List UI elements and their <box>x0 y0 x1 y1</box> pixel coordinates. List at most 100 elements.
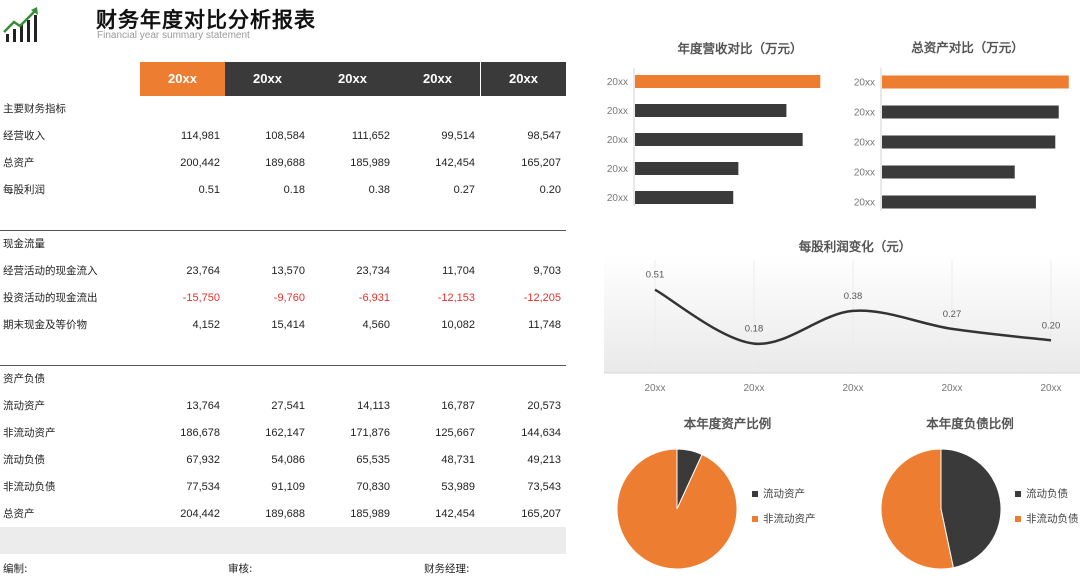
cell-value-negative: -12,153 <box>437 292 475 304</box>
table-row: 经营活动的现金流入 23,764 13,570 23,734 11,704 9,… <box>0 258 566 285</box>
row-label: 总资产 <box>3 157 35 169</box>
cell-value: 48,731 <box>441 454 475 466</box>
table-header-row: 20xx 20xx 20xx 20xx 20xx <box>0 62 566 96</box>
cell-value: 53,989 <box>441 481 475 493</box>
x-tick-label: 20xx <box>941 383 962 394</box>
cell-value: 4,560 <box>362 319 390 331</box>
cell-value: 171,876 <box>350 427 390 439</box>
eps-line-chart: 0.51 20xx 0.18 20xx 0.38 20xx 0.27 20xx 0.20 20xx <box>604 255 1080 394</box>
cell-value: 200,442 <box>180 157 220 169</box>
row-label: 投资活动的现金流出 <box>3 292 98 304</box>
cell-value: 0.51 <box>198 184 220 196</box>
cell-value-negative: -6,931 <box>358 292 390 304</box>
table-row: 总资产 204,442 189,688 185,989 142,454 165,… <box>0 501 566 528</box>
y-tick-label: 20xx <box>607 164 628 175</box>
cell-value: 77,534 <box>186 481 220 493</box>
cell-value: 185,989 <box>350 157 390 169</box>
legend-item: 非流动负债 <box>1015 511 1079 526</box>
data-label: 0.18 <box>745 324 764 335</box>
data-label: 0.51 <box>646 270 665 281</box>
legend-label: 非流动资产 <box>763 513 816 525</box>
pie-slice <box>616 448 738 570</box>
cell-value: 73,543 <box>527 481 561 493</box>
table-row: 流动负债 67,932 54,086 65,535 48,731 49,213 <box>0 447 566 474</box>
legend-label: 流动负债 <box>1026 488 1068 500</box>
editor-label: 编制: <box>3 563 28 575</box>
column-header: 20xx <box>395 62 480 96</box>
table-footer-band <box>0 527 566 554</box>
table-row: 投资活动的现金流出 -15,750 -9,760 -6,931 -12,153 … <box>0 285 566 312</box>
asset-pie-title: 本年度资产比例 <box>683 416 772 431</box>
row-label: 非流动负债 <box>3 481 56 493</box>
x-tick-label: 20xx <box>743 383 764 394</box>
cell-value: 0.27 <box>453 184 475 196</box>
row-label: 非流动资产 <box>3 427 56 439</box>
cell-value: 0.20 <box>539 184 561 196</box>
y-tick-label: 20xx <box>854 168 875 179</box>
bar <box>882 105 1059 119</box>
cell-value-negative: -12,205 <box>523 292 561 304</box>
legend-swatch <box>752 491 758 497</box>
section-heading-row: 资产负债 <box>0 366 566 393</box>
cell-value: 11,704 <box>442 265 475 277</box>
table-row: 总资产 200,442 189,688 185,989 142,454 165,… <box>0 150 566 177</box>
revenue-bar-chart: 20xx 20xx 20xx 20xx 20xx <box>607 68 821 206</box>
cell-value: 91,109 <box>271 481 305 493</box>
cell-value: 189,688 <box>265 157 305 169</box>
cell-value: 11,748 <box>528 319 561 331</box>
cell-value: 185,989 <box>350 508 390 520</box>
cell-value: 70,830 <box>356 481 390 493</box>
cell-value: 16,787 <box>441 400 475 412</box>
cell-value: 142,454 <box>435 157 475 169</box>
cell-value: 23,734 <box>356 265 390 277</box>
row-label: 流动负债 <box>3 454 45 466</box>
legend-item: 非流动资产 <box>752 511 816 526</box>
bar <box>635 75 821 88</box>
y-tick-label: 20xx <box>854 108 875 119</box>
table-row: 期末现金及等价物 4,152 15,414 4,560 10,082 11,74… <box>0 312 566 339</box>
bar <box>635 133 803 146</box>
cell-value: 162,147 <box>265 427 305 439</box>
cell-value: 4,152 <box>192 319 220 331</box>
cell-value-negative: -15,750 <box>182 292 220 304</box>
table-row: 非流动负债 77,534 91,109 70,830 53,989 73,543 <box>0 474 566 501</box>
page-subtitle: Financial year summary statement <box>97 30 250 41</box>
y-tick-label: 20xx <box>607 106 628 117</box>
table-row: 每股利润 0.51 0.18 0.38 0.27 0.20 <box>0 177 566 204</box>
cell-value: 13,570 <box>271 265 305 277</box>
x-tick-label: 20xx <box>842 383 863 394</box>
data-label: 0.38 <box>844 291 863 302</box>
section-heading-row: 现金流量 <box>0 231 566 258</box>
y-tick-label: 20xx <box>854 78 875 89</box>
cell-value: 125,667 <box>435 427 475 439</box>
assets-chart-title: 总资产对比（万元） <box>911 40 1024 55</box>
reviewer-label: 审核: <box>228 563 253 575</box>
bar <box>635 191 734 204</box>
bar <box>635 162 739 175</box>
cell-value: 49,213 <box>527 454 561 466</box>
cell-value: 9,703 <box>533 265 561 277</box>
cell-value: 65,535 <box>356 454 390 466</box>
cell-value: 54,086 <box>271 454 305 466</box>
cell-value: 114,981 <box>181 130 220 142</box>
cell-value: 98,547 <box>527 130 561 142</box>
row-label: 总资产 <box>3 508 35 520</box>
cell-value: 14,113 <box>357 400 390 412</box>
legend-item: 流动资产 <box>752 486 805 501</box>
y-tick-label: 20xx <box>607 135 628 146</box>
legend-label: 流动资产 <box>763 488 805 500</box>
bar <box>882 75 1069 89</box>
bar <box>882 135 1056 149</box>
cell-value: 10,082 <box>441 319 475 331</box>
cell-value: 108,584 <box>265 130 305 142</box>
cell-value: 15,414 <box>271 319 305 331</box>
table-row: 经营收入 114,981 108,584 111,652 99,514 98,5… <box>0 123 566 150</box>
column-header: 20xx <box>481 62 566 96</box>
row-label: 期末现金及等价物 <box>3 319 87 331</box>
bar <box>882 165 1015 179</box>
column-header: 20xx <box>140 62 225 96</box>
bar <box>635 104 787 117</box>
cell-value: 67,932 <box>186 454 220 466</box>
legend-swatch <box>1015 516 1021 522</box>
asset-ratio-pie <box>616 448 738 570</box>
